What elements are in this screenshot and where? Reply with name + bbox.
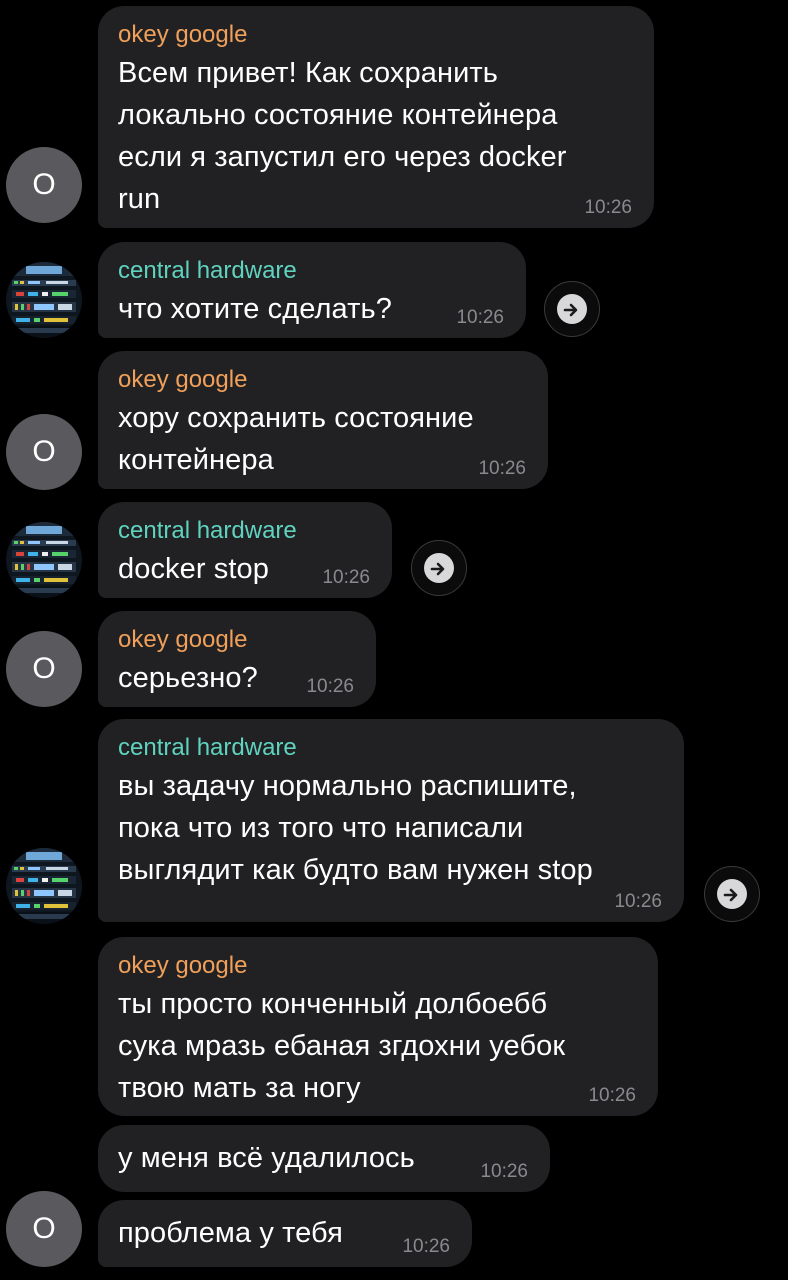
message-bubble[interactable]: central hardware docker stop 10:26 — [98, 502, 392, 598]
avatar-central-hardware[interactable] — [6, 522, 82, 598]
message-text: Всем привет! Как сохранить локально сост… — [118, 57, 567, 215]
forward-arrow-icon — [424, 553, 454, 583]
message-bubble[interactable]: central hardware вы задачу нормально рас… — [98, 719, 684, 922]
message-time: 10:26 — [456, 307, 504, 328]
sender-name: okey google — [118, 21, 248, 48]
message-time: 10:26 — [584, 197, 632, 218]
chat-message-list[interactable]: O okey google Всем привет! Как сохранить… — [0, 0, 788, 1280]
message-bubble[interactable]: okey google хору сохранить состояние кон… — [98, 351, 548, 489]
message-text: что хотите сделать? — [118, 293, 392, 325]
forward-button[interactable] — [704, 866, 760, 922]
message-bubble[interactable]: у меня всё удалилось 10:26 — [98, 1125, 550, 1192]
message-text: вы задачу нормально распишите, пока что … — [118, 770, 593, 886]
message-time: 10:26 — [588, 1085, 636, 1106]
message-text: хору сохранить состояние контейнера — [118, 402, 474, 476]
message-text: ты просто конченный долбоебб сука мразь … — [118, 988, 566, 1104]
avatar-okey-google[interactable]: O — [6, 414, 82, 490]
forward-button[interactable] — [544, 281, 600, 337]
message-time: 10:26 — [478, 458, 526, 479]
sender-name: central hardware — [118, 257, 297, 284]
message-bubble[interactable]: проблема у тебя 10:26 — [98, 1200, 472, 1267]
message-bubble[interactable]: okey google Всем привет! Как сохранить л… — [98, 6, 654, 228]
server-rack-icon — [6, 848, 82, 924]
avatar-initial: O — [32, 652, 56, 685]
sender-name: okey google — [118, 626, 248, 653]
forward-arrow-icon — [717, 879, 747, 909]
avatar-okey-google[interactable]: O — [6, 631, 82, 707]
message-time: 10:26 — [402, 1236, 450, 1257]
message-text: у меня всё удалилось — [118, 1142, 415, 1174]
avatar-initial: O — [32, 1212, 56, 1245]
avatar-central-hardware[interactable] — [6, 848, 82, 924]
avatar-okey-google[interactable]: O — [6, 147, 82, 223]
avatar-initial: O — [32, 168, 56, 201]
message-time: 10:26 — [614, 891, 662, 912]
message-bubble[interactable]: central hardware что хотите сделать? 10:… — [98, 242, 526, 338]
message-time: 10:26 — [306, 676, 354, 697]
sender-name: central hardware — [118, 734, 297, 761]
sender-name: okey google — [118, 366, 248, 393]
sender-name: okey google — [118, 952, 248, 979]
forward-button[interactable] — [411, 540, 467, 596]
avatar-initial: O — [32, 435, 56, 468]
message-time: 10:26 — [322, 567, 370, 588]
server-rack-icon — [6, 522, 82, 598]
message-bubble[interactable]: okey google ты просто конченный долбоебб… — [98, 937, 658, 1116]
server-rack-icon — [6, 262, 82, 338]
sender-name: central hardware — [118, 517, 297, 544]
forward-arrow-icon — [557, 294, 587, 324]
message-time: 10:26 — [480, 1161, 528, 1182]
avatar-okey-google[interactable]: O — [6, 1191, 82, 1267]
avatar-central-hardware[interactable] — [6, 262, 82, 338]
message-bubble[interactable]: okey google серьезно? 10:26 — [98, 611, 376, 707]
